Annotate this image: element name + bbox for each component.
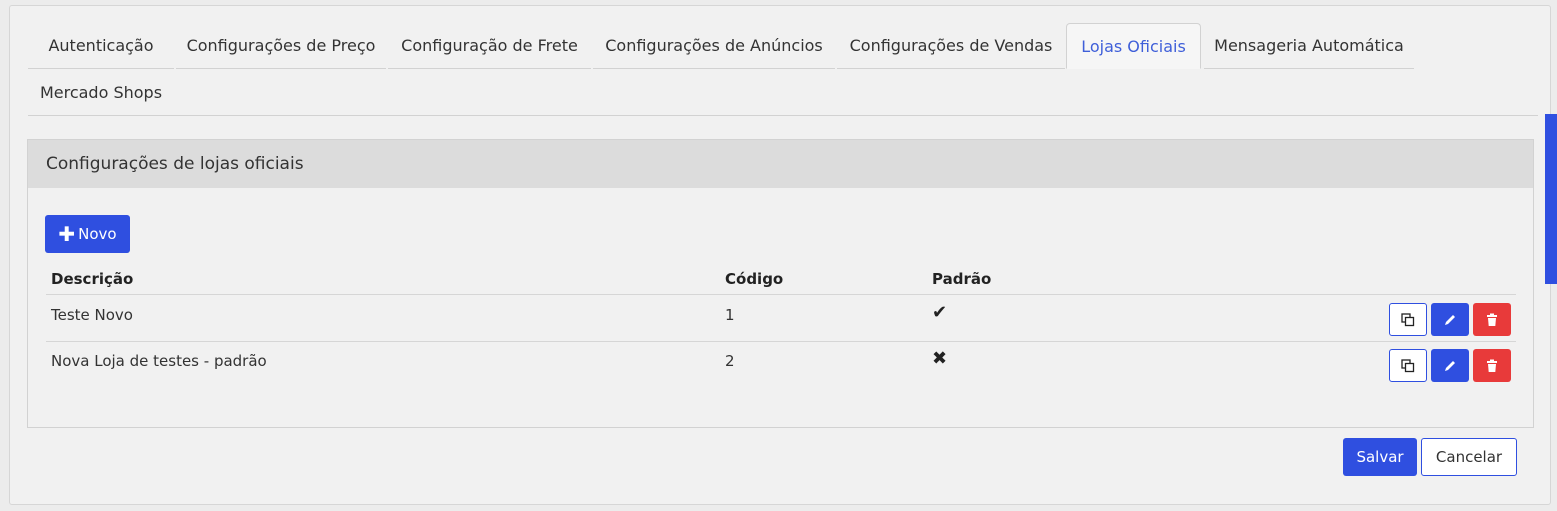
copy-button[interactable] <box>1389 349 1427 382</box>
delete-button[interactable] <box>1473 349 1511 382</box>
tab-configuracoes-de-anuncios[interactable]: Configurações de Anúncios <box>593 23 835 69</box>
tab-configuracoes-de-vendas[interactable]: Configurações de Vendas <box>837 23 1065 69</box>
copy-icon <box>1401 312 1415 326</box>
table-header: Descrição Código Padrão <box>46 258 1516 295</box>
column-header-codigo: Código <box>725 270 784 288</box>
scrollbar-thumb[interactable] <box>1545 114 1557 284</box>
tab-mercado-shops[interactable]: Mercado Shops <box>28 69 174 115</box>
delete-button[interactable] <box>1473 303 1511 336</box>
edit-button[interactable] <box>1431 303 1469 336</box>
edit-button[interactable] <box>1431 349 1469 382</box>
row-actions <box>1389 303 1511 336</box>
trash-icon <box>1487 313 1497 326</box>
tab-configuracoes-de-preco[interactable]: Configurações de Preço <box>176 23 386 69</box>
new-button-label: Novo <box>78 225 117 243</box>
tab-bar: Autenticação Configurações de Preço Conf… <box>28 23 1538 116</box>
cell-codigo: 1 <box>725 306 735 324</box>
table-row: Teste Novo 1 ✔ <box>46 296 1516 342</box>
save-button[interactable]: Salvar <box>1343 438 1417 476</box>
tab-autenticacao[interactable]: Autenticação <box>28 23 174 69</box>
form-actions: Salvar Cancelar <box>1343 438 1517 476</box>
panel-title: Configurações de lojas oficiais <box>28 140 1533 188</box>
edit-icon <box>1445 314 1455 325</box>
cancel-button[interactable]: Cancelar <box>1421 438 1517 476</box>
cell-descricao: Teste Novo <box>51 306 133 324</box>
row-actions <box>1389 349 1511 382</box>
settings-container: Autenticação Configurações de Preço Conf… <box>9 5 1551 505</box>
table-row: Nova Loja de testes - padrão 2 ✖ <box>46 342 1516 388</box>
tab-mensageria-automatica[interactable]: Mensageria Automática <box>1204 23 1414 69</box>
new-button[interactable]: ✚ Novo <box>45 215 130 253</box>
plus-icon: ✚ <box>58 222 76 246</box>
copy-button[interactable] <box>1389 303 1427 336</box>
edit-icon <box>1445 360 1455 371</box>
cell-descricao: Nova Loja de testes - padrão <box>51 352 267 370</box>
x-icon: ✖ <box>932 348 948 369</box>
tab-configuracao-de-frete[interactable]: Configuração de Frete <box>388 23 591 69</box>
check-icon: ✔ <box>932 302 948 323</box>
trash-icon <box>1487 359 1497 372</box>
column-header-padrao: Padrão <box>932 270 992 288</box>
tab-lojas-oficiais[interactable]: Lojas Oficiais <box>1066 23 1201 69</box>
cell-codigo: 2 <box>725 352 735 370</box>
column-header-descricao: Descrição <box>51 270 134 288</box>
lojas-oficiais-panel: Configurações de lojas oficiais ✚ Novo D… <box>27 139 1534 428</box>
copy-icon <box>1401 358 1415 372</box>
